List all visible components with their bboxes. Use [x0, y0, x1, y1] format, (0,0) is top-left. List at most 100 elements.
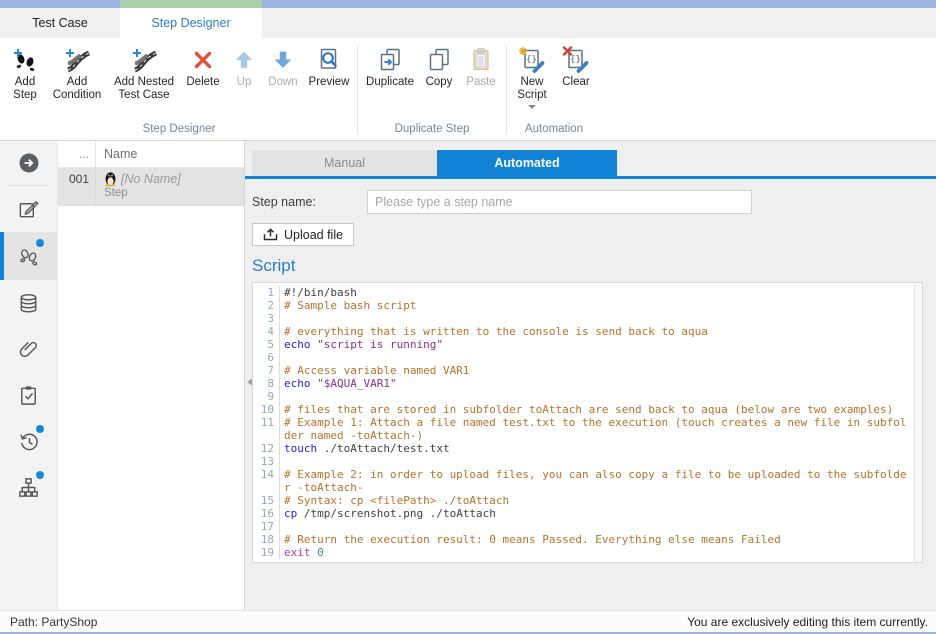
notification-dot — [36, 425, 44, 433]
rail-item-attachments[interactable] — [0, 326, 57, 372]
code-text: # Syntax: cp <filePath> ./toAttach — [284, 494, 909, 507]
rail-item-tasks[interactable] — [0, 372, 57, 418]
duplicate-button[interactable]: Duplicate — [361, 42, 419, 91]
history-icon — [17, 430, 40, 453]
rail-item-collapse[interactable] — [0, 141, 57, 185]
tab-automated[interactable]: Automated — [437, 150, 617, 176]
notification-dot — [36, 239, 44, 247]
new-script-button[interactable]: {} NewScript — [510, 42, 554, 111]
paste-button[interactable]: Paste — [459, 42, 503, 91]
tab-test-case[interactable]: Test Case — [0, 8, 120, 38]
edit-icon — [17, 198, 40, 221]
add-condition-button[interactable]: AddCondition — [46, 42, 108, 104]
notification-dot — [36, 471, 44, 479]
up-arrow-icon — [231, 44, 257, 76]
code-line: 1 #!/bin/bash — [253, 286, 922, 299]
group-label-duplicate-step: Duplicate Step — [361, 121, 503, 140]
upload-icon — [263, 228, 278, 241]
rail-item-edit[interactable] — [0, 186, 57, 232]
code-line: 17 — [253, 520, 922, 533]
code-line: 19exit 0 — [253, 546, 922, 559]
line-number: 3 — [253, 312, 280, 325]
strip-segment-blue — [262, 0, 936, 8]
code-text: # Access variable named VAR1 — [284, 364, 909, 377]
delete-button[interactable]: Delete — [180, 42, 226, 91]
line-number: 9 — [253, 390, 280, 403]
add-condition-icon — [63, 44, 91, 76]
tab-step-designer[interactable]: Step Designer — [120, 8, 262, 38]
main-region: ... Name 001 — [0, 141, 936, 610]
app-window: Test Case Step Designer — [0, 0, 936, 634]
down-arrow-icon — [270, 44, 296, 76]
code-line: 4# everything that is written to the con… — [253, 325, 922, 338]
status-bar: Path: PartyShop You are exclusively edit… — [0, 610, 936, 634]
strip-segment-green — [120, 0, 262, 8]
upload-file-label: Upload file — [284, 228, 343, 242]
line-number: 14 — [253, 468, 280, 494]
code-text: echo "$AQUA_VAR1" — [284, 377, 909, 390]
code-text: #!/bin/bash — [284, 286, 909, 299]
add-step-button[interactable]: AddStep — [4, 42, 46, 104]
code-line: 6 — [253, 351, 922, 364]
tab-manual[interactable]: Manual — [252, 150, 437, 176]
step-name-input[interactable] — [367, 190, 752, 214]
up-button[interactable]: Up — [226, 42, 262, 91]
paperclip-icon — [17, 338, 40, 361]
step-name-label: Step name: — [252, 195, 367, 209]
clear-button[interactable]: {} Clear — [554, 42, 598, 91]
rail-item-data[interactable] — [0, 280, 57, 326]
steps-list-header: ... Name — [58, 141, 244, 168]
code-text: cp /tmp/screnshot.png ./toAttach — [284, 507, 909, 520]
ribbon-group-duplicate-step: Duplicate Copy — [361, 42, 503, 140]
code-line: 8echo "$AQUA_VAR1" — [253, 377, 922, 390]
column-header-name[interactable]: Name — [96, 147, 244, 161]
code-text — [284, 520, 909, 533]
code-line: 15 # Syntax: cp <filePath> ./toAttach — [253, 494, 922, 507]
document-tabbar: Test Case Step Designer — [0, 8, 936, 38]
copy-button[interactable]: Copy — [419, 42, 459, 91]
line-number: 17 — [253, 520, 280, 533]
line-number: 13 — [253, 455, 280, 468]
step-type: Step — [104, 187, 244, 199]
line-number: 5 — [253, 338, 280, 351]
code-text: # Return the execution result: 0 means P… — [284, 533, 909, 546]
steps-list-panel: ... Name 001 — [58, 141, 245, 610]
down-button[interactable]: Down — [262, 42, 304, 91]
step-name: [No Name] — [121, 172, 181, 186]
line-number: 7 — [253, 364, 280, 377]
code-text — [284, 351, 909, 364]
status-path: Path: PartyShop — [10, 615, 97, 629]
code-text: exit 0 — [284, 546, 909, 559]
line-number: 15 — [253, 494, 280, 507]
rail-item-hierarchy[interactable] — [0, 464, 57, 510]
code-text: touch ./toAttach/test.txt — [284, 442, 909, 455]
code-line: 18 # Return the execution result: 0 means… — [253, 533, 922, 546]
preview-button[interactable]: Preview — [304, 42, 354, 91]
line-number: 11 — [253, 416, 280, 442]
column-header-dots[interactable]: ... — [58, 141, 96, 167]
top-accent-strip — [0, 0, 936, 8]
rail-item-history[interactable] — [0, 418, 57, 464]
line-number: 4 — [253, 325, 280, 338]
code-text: # Sample bash script — [284, 299, 909, 312]
status-edit-message: You are exclusively editing this item cu… — [687, 615, 928, 629]
line-number: 1 — [253, 286, 280, 299]
new-script-dropdown-caret[interactable] — [528, 105, 536, 109]
arrow-circle-icon — [17, 151, 41, 175]
strip-segment-blue — [0, 0, 120, 8]
mode-tabs: Manual Automated — [252, 150, 936, 176]
editor-scrollbar[interactable] — [914, 283, 922, 562]
add-nested-test-case-button[interactable]: Add NestedTest Case — [108, 42, 180, 104]
add-step-icon — [11, 44, 39, 76]
code-text: # files that are stored in subfolder toA… — [284, 403, 909, 416]
line-number: 18 — [253, 533, 280, 546]
script-code-editor[interactable]: 1#!/bin/bash2# Sample bash script3 4# ev… — [252, 282, 923, 563]
rail-item-steps[interactable] — [0, 232, 57, 280]
active-tab-underline — [245, 176, 936, 179]
upload-file-button[interactable]: Upload file — [252, 223, 354, 246]
step-row-001[interactable]: 001 — [58, 168, 244, 206]
code-text: # Example 1: Attach a file named test.tx… — [284, 416, 909, 442]
preview-icon — [316, 44, 342, 76]
ribbon-separator — [506, 46, 507, 134]
code-text: echo "script is running" — [284, 338, 909, 351]
